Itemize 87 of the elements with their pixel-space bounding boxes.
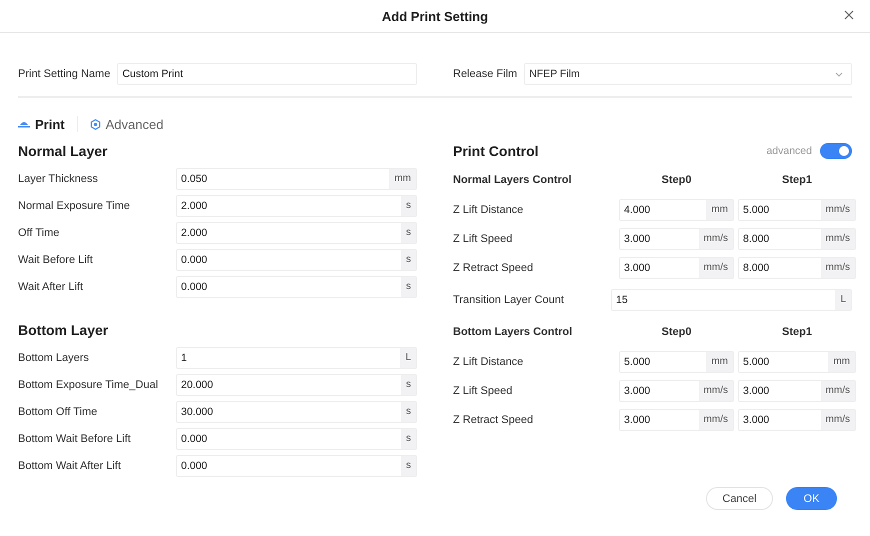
number-field[interactable]: 0.000 s	[176, 248, 417, 270]
unit-label: s	[401, 196, 416, 216]
close-icon[interactable]	[844, 10, 854, 20]
unit-label: mm/s	[820, 380, 855, 400]
unit-label: mm	[706, 352, 733, 372]
number-field[interactable]: 3.000 mm/s	[619, 256, 734, 278]
column-header: Step1	[781, 326, 813, 338]
unit-label: s	[401, 428, 416, 448]
number-field[interactable]: 3.000 mm/s	[619, 228, 734, 250]
unit-label: mm/s	[820, 258, 855, 278]
number-field[interactable]: 5.000 mm	[738, 350, 856, 372]
field-label: Bottom Layers	[18, 352, 89, 364]
field-label: Transition Layer Count	[453, 294, 564, 306]
field-label: Release Film	[453, 68, 518, 80]
unit-label: s	[401, 276, 416, 296]
group-title: Bottom Layers Control	[453, 326, 574, 338]
field-label: Z Lift Distance	[453, 356, 524, 368]
number-field[interactable]: 5.000 mm	[619, 350, 734, 372]
field-label: Bottom Wait Before Lift	[18, 432, 131, 444]
field-label: Bottom Wait After Lift	[18, 460, 121, 472]
number-field[interactable]: 5.000 mm/s	[738, 198, 856, 220]
field-label: Print Setting Name	[18, 68, 110, 80]
unit-label: s	[401, 402, 416, 422]
number-field[interactable]: 30.000 s	[176, 400, 417, 422]
number-field[interactable]: 8.000 mm/s	[738, 228, 856, 250]
number-field[interactable]: 2.000 s	[176, 194, 417, 216]
unit-label: mm	[828, 352, 855, 372]
number-field[interactable]: 0.050 mm	[176, 168, 417, 190]
field-label: Z Retract Speed	[453, 414, 534, 426]
unit-label: mm/s	[820, 410, 855, 430]
release-film-dropdown[interactable]: NFEP Film	[524, 63, 852, 85]
column-header: Step0	[660, 326, 692, 338]
ok-button[interactable]: OK	[786, 487, 837, 510]
tab[interactable]: Advanced	[90, 116, 164, 132]
field-label: Z Retract Speed	[453, 262, 534, 274]
number-field[interactable]: 4.000 mm	[619, 198, 734, 220]
unit-label: s	[401, 222, 416, 242]
section-title: Normal Layer	[18, 142, 108, 161]
number-field[interactable]: 3.000 mm/s	[619, 380, 734, 402]
unit-label: mm/s	[698, 410, 733, 430]
field-label: Wait After Lift	[18, 280, 84, 292]
number-field[interactable]: 3.000 mm/s	[738, 408, 856, 430]
caret-icon	[835, 72, 843, 76]
section-title: Bottom Layer	[18, 321, 110, 340]
unit-label: mm/s	[698, 258, 733, 278]
number-field[interactable]: 8.000 mm/s	[738, 256, 856, 278]
toggle-label: advanced	[766, 145, 812, 157]
unit-label: s	[401, 250, 416, 270]
dialog-title: Add Print Setting	[382, 8, 488, 24]
field-label: Z Lift Speed	[453, 232, 514, 244]
field-label: Wait Before Lift	[18, 254, 93, 266]
number-field[interactable]: 3.000 mm/s	[738, 380, 856, 402]
field-label: Layer Thickness	[18, 172, 98, 184]
unit-label: mm/s	[698, 228, 733, 248]
field-label: Normal Exposure Time	[18, 200, 130, 212]
unit-label: mm/s	[698, 380, 733, 400]
unit-label: L	[835, 290, 851, 310]
printer-icon	[18, 120, 30, 128]
number-field[interactable]: 15 L	[611, 288, 852, 310]
gear-icon	[90, 118, 101, 130]
column-header: Step1	[781, 174, 813, 186]
unit-label: mm	[706, 200, 733, 220]
unit-label: mm/s	[820, 200, 855, 220]
field-label: Off Time	[18, 226, 60, 238]
unit-label: mm/s	[820, 228, 855, 248]
unit-label: s	[401, 456, 416, 476]
unit-label: mm	[389, 168, 416, 188]
cancel-button[interactable]: Cancel	[706, 487, 773, 510]
number-field[interactable]: 0.000 s	[176, 454, 417, 476]
tab[interactable]: Print	[18, 116, 65, 132]
number-field[interactable]: 2.000 s	[176, 222, 417, 244]
field-label: Z Lift Speed	[453, 384, 514, 396]
number-field[interactable]: 1 L	[176, 346, 417, 368]
unit-label: L	[400, 348, 416, 368]
field-label: Bottom Off Time	[18, 406, 98, 418]
name-input[interactable]: Custom Print	[117, 63, 417, 85]
number-field[interactable]: 0.000 s	[176, 428, 417, 450]
unit-label: s	[401, 374, 416, 394]
field-label: Bottom Exposure Time_Dual	[18, 378, 158, 390]
number-field[interactable]: 20.000 s	[176, 374, 417, 396]
group-title: Normal Layers Control	[453, 174, 573, 186]
number-field[interactable]: 3.000 mm/s	[619, 408, 734, 430]
number-field[interactable]: 0.000 s	[176, 276, 417, 298]
section-title: Print Control	[453, 142, 539, 161]
field-label: Z Lift Distance	[453, 204, 524, 216]
column-header: Step0	[660, 174, 692, 186]
toggle-switch[interactable]	[820, 143, 852, 159]
